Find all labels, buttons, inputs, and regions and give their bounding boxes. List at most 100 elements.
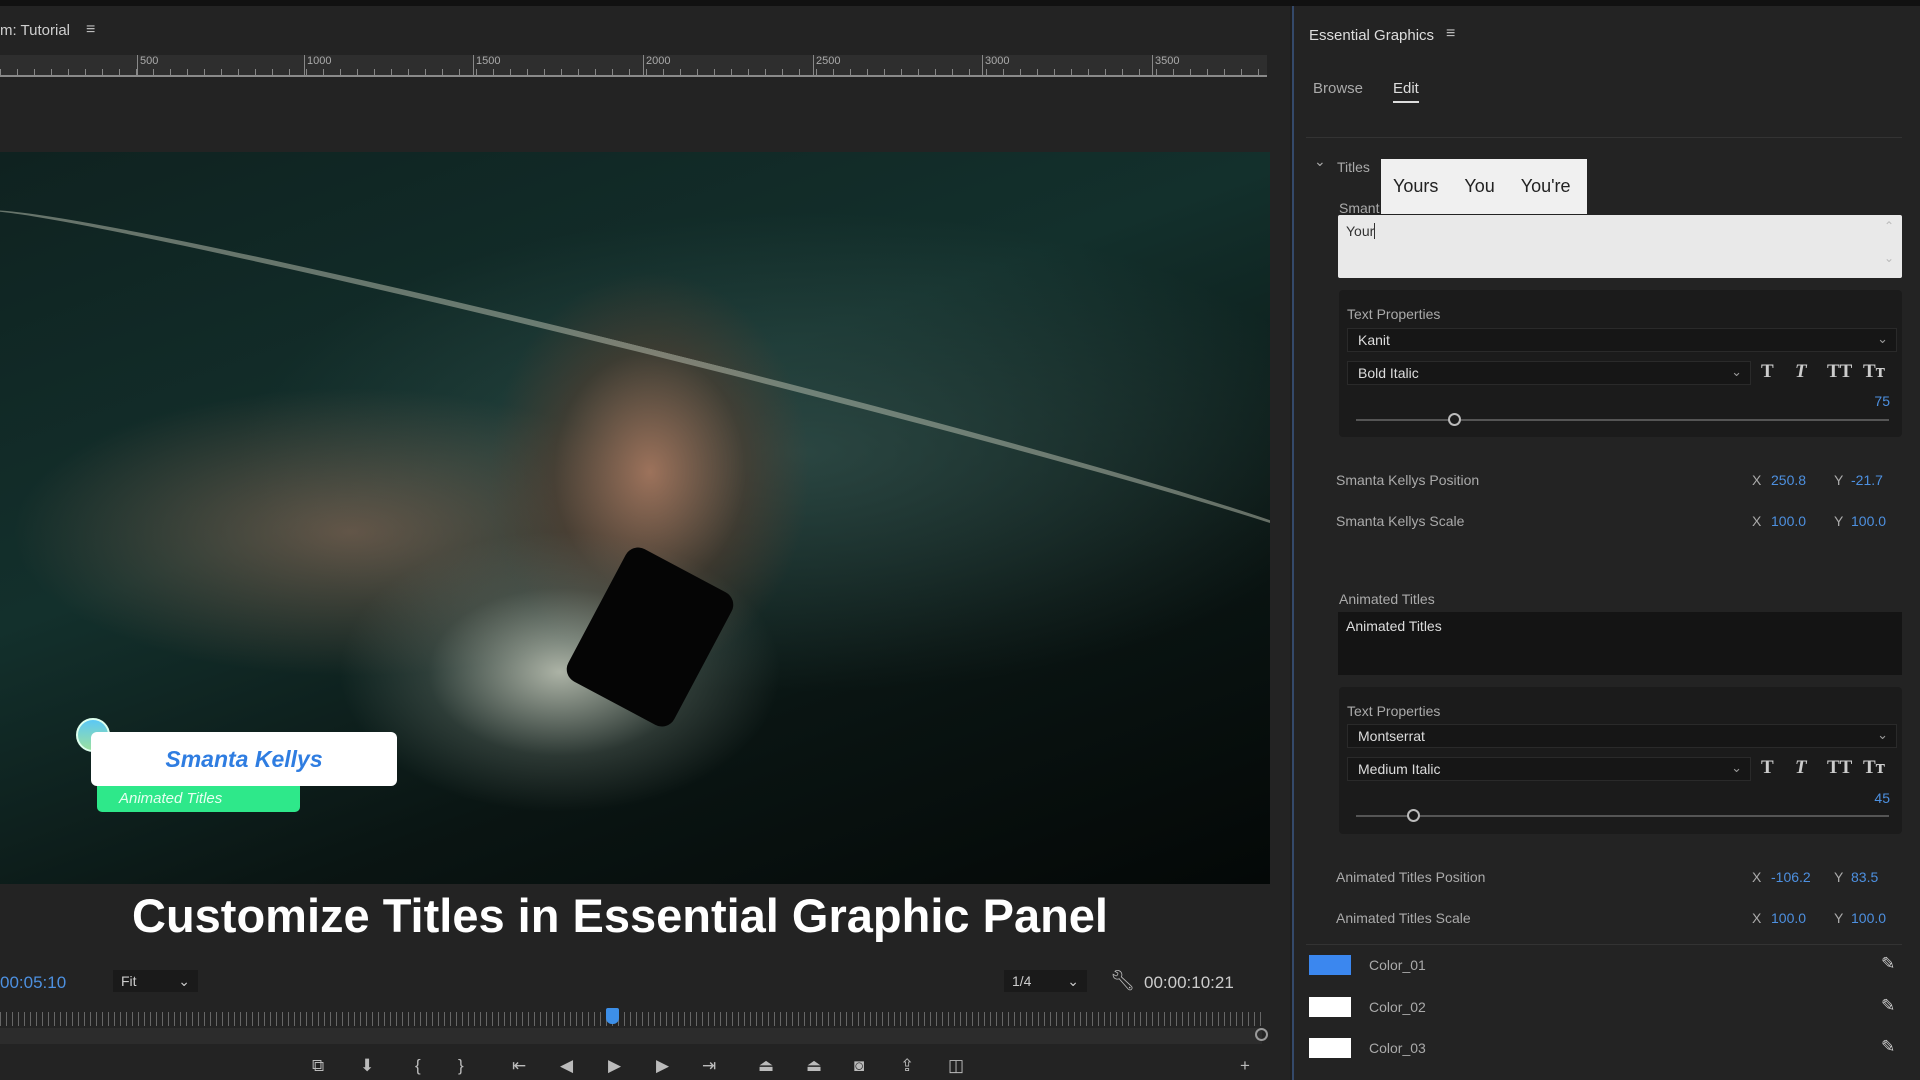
section-titles[interactable]: Titles bbox=[1337, 159, 1370, 175]
eyedropper-icon[interactable]: ✎ bbox=[1881, 1037, 1895, 1057]
divider bbox=[1306, 944, 1902, 945]
font-value: Kanit bbox=[1358, 332, 1390, 348]
small-caps-icon[interactable]: Tт bbox=[1863, 361, 1885, 383]
color-swatch-01[interactable] bbox=[1309, 955, 1351, 975]
faux-bold-icon[interactable]: T bbox=[1761, 757, 1774, 779]
layer2-text-input[interactable]: Animated Titles bbox=[1338, 612, 1902, 675]
eyedropper-icon[interactable]: ✎ bbox=[1881, 996, 1895, 1016]
playhead[interactable] bbox=[606, 1008, 620, 1024]
chevron-down-icon: ⌄ bbox=[1067, 973, 1079, 989]
y-label: Y bbox=[1834, 513, 1844, 529]
suggestion[interactable]: Yours bbox=[1393, 176, 1438, 197]
color-swatch-02[interactable] bbox=[1309, 997, 1351, 1017]
x-label: X bbox=[1752, 910, 1762, 926]
color-label: Color_03 bbox=[1369, 1040, 1426, 1056]
layer2-scale-x[interactable]: 100.0 bbox=[1771, 910, 1806, 926]
y-label: Y bbox=[1834, 869, 1844, 885]
chevron-down-icon: ⌄ bbox=[1731, 364, 1742, 379]
faux-italic-icon[interactable]: T bbox=[1795, 757, 1807, 779]
toggle-proxies-icon[interactable]: ⧉ bbox=[312, 1056, 324, 1076]
add-button-icon[interactable]: + bbox=[1240, 1056, 1250, 1076]
comparison-view-icon[interactable]: ◫ bbox=[948, 1056, 964, 1076]
font-size-slider-knob[interactable] bbox=[1448, 413, 1461, 426]
chevron-down-icon: ⌄ bbox=[1877, 331, 1888, 346]
all-caps-icon[interactable]: TT bbox=[1827, 361, 1852, 383]
layer1-text-properties: Text Properties Kanit ⌄ Bold Italic ⌄ T T … bbox=[1339, 290, 1902, 437]
monitor-menu-icon[interactable]: ≡ bbox=[86, 21, 95, 39]
layer1-scale-label: Smanta Kellys Scale bbox=[1336, 513, 1465, 529]
chevron-down-icon[interactable]: ⌄ bbox=[1314, 153, 1326, 170]
scroll-up-icon[interactable]: ⌃ bbox=[1884, 219, 1894, 233]
monitor-title: m: Tutorial bbox=[0, 22, 71, 39]
font-size-slider-knob[interactable] bbox=[1407, 809, 1420, 822]
layer1-pos-x[interactable]: 250.8 bbox=[1771, 472, 1806, 488]
panel-menu-icon[interactable]: ≡ bbox=[1446, 25, 1455, 43]
step-forward-icon[interactable]: ▶ bbox=[656, 1056, 669, 1076]
suggestion[interactable]: You're bbox=[1521, 176, 1571, 197]
small-caps-icon[interactable]: Tт bbox=[1863, 757, 1885, 779]
font-style-dropdown[interactable]: Medium Italic ⌄ bbox=[1347, 757, 1751, 781]
add-marker-icon[interactable]: ⬇ bbox=[360, 1056, 374, 1076]
font-dropdown[interactable]: Kanit ⌄ bbox=[1347, 328, 1897, 352]
layer2-position-label: Animated Titles Position bbox=[1336, 869, 1486, 885]
font-size-value[interactable]: 45 bbox=[1874, 790, 1890, 806]
font-size-slider[interactable] bbox=[1356, 815, 1889, 817]
current-timecode[interactable]: 00:05:10 bbox=[0, 973, 66, 993]
layer1-scale-x[interactable]: 100.0 bbox=[1771, 513, 1806, 529]
scrub-bar[interactable] bbox=[0, 1028, 1262, 1044]
font-style-dropdown[interactable]: Bold Italic ⌄ bbox=[1347, 361, 1751, 385]
essential-graphics-panel: Essential Graphics ≡ Browse Edit ⌄ Title… bbox=[1292, 6, 1920, 1080]
mark-in-icon[interactable]: { bbox=[415, 1056, 421, 1076]
video-frame[interactable]: Smanta Kellys Animated Titles bbox=[0, 152, 1270, 884]
zoom-handle[interactable] bbox=[1255, 1028, 1268, 1041]
resolution-value: 1/4 bbox=[1012, 973, 1032, 989]
font-size-slider[interactable] bbox=[1356, 419, 1889, 421]
name-card[interactable]: Smanta Kellys bbox=[91, 732, 397, 786]
subtitle-card[interactable]: Animated Titles bbox=[97, 786, 300, 812]
color-swatch-03[interactable] bbox=[1309, 1038, 1351, 1058]
play-icon[interactable]: ▶ bbox=[608, 1056, 621, 1076]
go-to-out-icon[interactable]: ⇥ bbox=[702, 1056, 716, 1076]
faux-bold-icon[interactable]: T bbox=[1761, 361, 1774, 383]
autocomplete-popup: Yours You You're bbox=[1381, 159, 1587, 214]
wrench-icon[interactable]: 🔧︎ bbox=[1110, 968, 1135, 993]
tab-browse[interactable]: Browse bbox=[1313, 80, 1363, 97]
layer2-scale-y[interactable]: 100.0 bbox=[1851, 910, 1886, 926]
export-icon[interactable]: ⇪ bbox=[900, 1056, 914, 1076]
text-properties-label: Text Properties bbox=[1347, 703, 1441, 719]
color-label: Color_01 bbox=[1369, 957, 1426, 973]
lift-icon[interactable]: ⏏ bbox=[758, 1056, 774, 1076]
x-label: X bbox=[1752, 472, 1762, 488]
layer1-text-input[interactable]: Your ⌃ ⌄ bbox=[1338, 215, 1902, 278]
transport-controls: ⧉ ⬇ { } ⇤ ◀ ▶ ▶ ⇥ ⏏ ⏏ ◙ ⇪ ◫ + bbox=[300, 1056, 1280, 1080]
extract-icon[interactable]: ⏏ bbox=[806, 1056, 822, 1076]
camera-icon[interactable]: ◙ bbox=[854, 1056, 864, 1076]
divider bbox=[1306, 137, 1902, 138]
chevron-down-icon: ⌄ bbox=[1731, 760, 1742, 775]
suggestion[interactable]: You bbox=[1464, 176, 1494, 197]
layer1-scale-y[interactable]: 100.0 bbox=[1851, 513, 1886, 529]
time-ruler[interactable] bbox=[0, 1012, 1262, 1026]
layer2-pos-x[interactable]: -106.2 bbox=[1771, 869, 1811, 885]
zoom-value: Fit bbox=[121, 973, 137, 989]
layer1-label: Smant bbox=[1339, 200, 1380, 216]
text-properties-label: Text Properties bbox=[1347, 306, 1441, 322]
chevron-down-icon: ⌄ bbox=[1877, 727, 1888, 742]
layer2-pos-y[interactable]: 83.5 bbox=[1851, 869, 1878, 885]
resolution-dropdown[interactable]: 1/4 ⌄ bbox=[1004, 970, 1087, 992]
font-size-value[interactable]: 75 bbox=[1874, 393, 1890, 409]
zoom-dropdown[interactable]: Fit ⌄ bbox=[113, 970, 198, 992]
layer2-scale-label: Animated Titles Scale bbox=[1336, 910, 1471, 926]
all-caps-icon[interactable]: TT bbox=[1827, 757, 1852, 779]
layer2-label: Animated Titles bbox=[1339, 591, 1435, 607]
step-back-icon[interactable]: ◀ bbox=[560, 1056, 573, 1076]
scroll-down-icon[interactable]: ⌄ bbox=[1884, 251, 1894, 265]
faux-italic-icon[interactable]: T bbox=[1795, 361, 1807, 383]
layer1-pos-y[interactable]: -21.7 bbox=[1851, 472, 1883, 488]
go-to-in-icon[interactable]: ⇤ bbox=[512, 1056, 526, 1076]
tab-edit[interactable]: Edit bbox=[1393, 80, 1419, 103]
layer1-text-value: Your bbox=[1346, 223, 1375, 239]
eyedropper-icon[interactable]: ✎ bbox=[1881, 954, 1895, 974]
font-dropdown[interactable]: Montserrat ⌄ bbox=[1347, 724, 1897, 748]
mark-out-icon[interactable]: } bbox=[458, 1056, 464, 1076]
